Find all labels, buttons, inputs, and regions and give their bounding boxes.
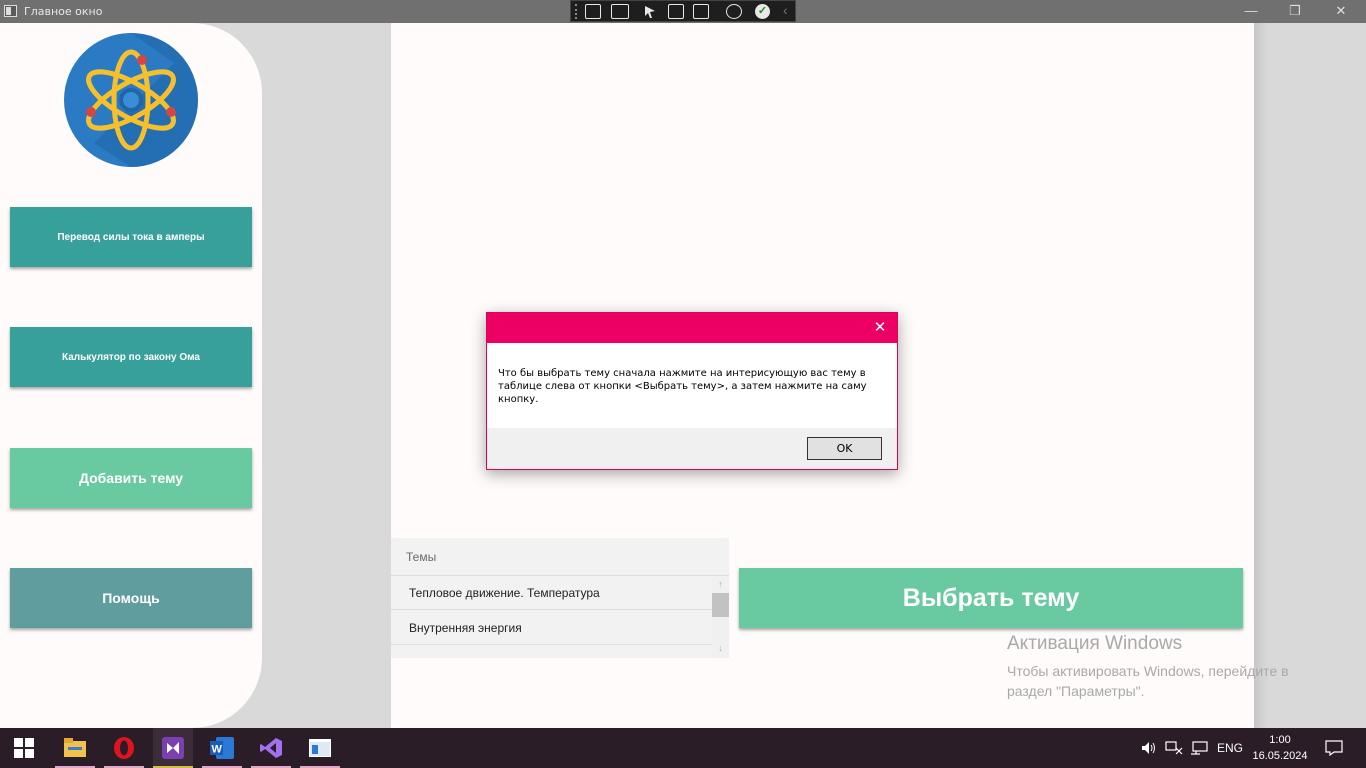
- svg-text:W: W: [212, 744, 223, 756]
- collapse-icon[interactable]: ‹: [783, 2, 788, 18]
- dialog-message: Что бы выбрать тему сначала нажмите на и…: [498, 368, 867, 405]
- list-item[interactable]: Тепловое движение. Температура: [391, 576, 712, 610]
- topics-scrollbar[interactable]: ↑ ↓: [712, 576, 729, 658]
- clock[interactable]: 1:00 16.05.2024: [1252, 732, 1308, 764]
- message-dialog: ✕ Что бы выбрать тему сначала нажмите на…: [486, 312, 898, 470]
- notifications-icon[interactable]: [1325, 728, 1343, 768]
- topics-list[interactable]: Темы Тепловое движение. Температура Внут…: [391, 538, 729, 658]
- restore-button[interactable]: ❐: [1272, 0, 1318, 23]
- ok-button[interactable]: OK: [807, 437, 882, 460]
- network-icon[interactable]: [1165, 728, 1183, 768]
- watermark-subtitle: Чтобы активировать Windows, перейдите в …: [1007, 663, 1289, 699]
- ohm-calculator-button[interactable]: Калькулятор по закону Ома: [10, 327, 252, 387]
- display-icon[interactable]: [1190, 728, 1208, 768]
- activation-watermark: Активация Windows Чтобы активировать Win…: [1007, 633, 1337, 701]
- choose-topic-label: Выбрать тему: [902, 583, 1080, 612]
- scroll-up-icon[interactable]: ↑: [712, 576, 729, 592]
- pointer-select-icon[interactable]: [643, 4, 659, 19]
- window-title: Главное окно: [24, 5, 103, 18]
- word-icon[interactable]: W: [202, 728, 242, 768]
- track-focus-icon[interactable]: [693, 4, 709, 19]
- language-indicator[interactable]: ENG: [1217, 728, 1243, 768]
- topics-header: Темы: [391, 538, 729, 576]
- dialog-title-bar: ✕: [487, 313, 897, 343]
- minimize-button[interactable]: —: [1228, 0, 1274, 23]
- list-item-partial[interactable]: [391, 646, 712, 658]
- list-item[interactable]: Внутренняя энергия: [391, 611, 712, 645]
- debug-toolbar: ✓ ‹: [570, 0, 796, 22]
- volume-icon[interactable]: [1142, 728, 1158, 768]
- help-button[interactable]: Помощь: [10, 568, 252, 628]
- clock-date: 16.05.2024: [1252, 750, 1308, 762]
- convert-current-label: Перевод силы тока в амперы: [57, 231, 205, 243]
- ohm-calculator-label: Калькулятор по закону Ома: [62, 351, 200, 363]
- main-shadow: [1254, 23, 1268, 728]
- app-window-icon: [4, 5, 17, 17]
- add-topic-button[interactable]: Добавить тему: [10, 448, 252, 508]
- dialog-close-icon[interactable]: ✕: [869, 317, 891, 339]
- visual-studio-icon[interactable]: [251, 728, 291, 768]
- record-icon[interactable]: [611, 4, 629, 19]
- close-button[interactable]: ✕: [1318, 0, 1364, 23]
- opera-icon[interactable]: [104, 728, 144, 768]
- app-window-icon[interactable]: [300, 728, 340, 768]
- add-topic-label: Добавить тему: [78, 470, 184, 486]
- sidebar: Перевод силы тока в амперы Калькулятор п…: [0, 23, 262, 728]
- help-label: Помощь: [102, 590, 160, 606]
- atom-icon: [64, 33, 198, 167]
- file-explorer-icon[interactable]: [55, 728, 95, 768]
- choose-topic-button[interactable]: Выбрать тему: [739, 568, 1243, 628]
- scroll-thumb[interactable]: [712, 593, 729, 617]
- display-layout-icon[interactable]: [668, 4, 684, 19]
- visual-studio-app-icon[interactable]: [153, 728, 193, 768]
- select-element-icon[interactable]: [585, 4, 601, 19]
- check-icon[interactable]: ✓: [755, 4, 770, 19]
- scroll-down-icon[interactable]: ↓: [712, 640, 729, 656]
- windows-start-icon[interactable]: [4, 728, 44, 768]
- convert-current-button[interactable]: Перевод силы тока в амперы: [10, 207, 252, 267]
- taskbar: W ENG 1:00 16.05.2024: [0, 728, 1366, 768]
- watermark-title: Активация Windows: [1007, 633, 1183, 654]
- hot-reload-icon[interactable]: [726, 4, 742, 19]
- clock-time: 1:00: [1269, 734, 1291, 746]
- grip-icon: [575, 4, 579, 19]
- dialog-footer: OK: [487, 428, 897, 469]
